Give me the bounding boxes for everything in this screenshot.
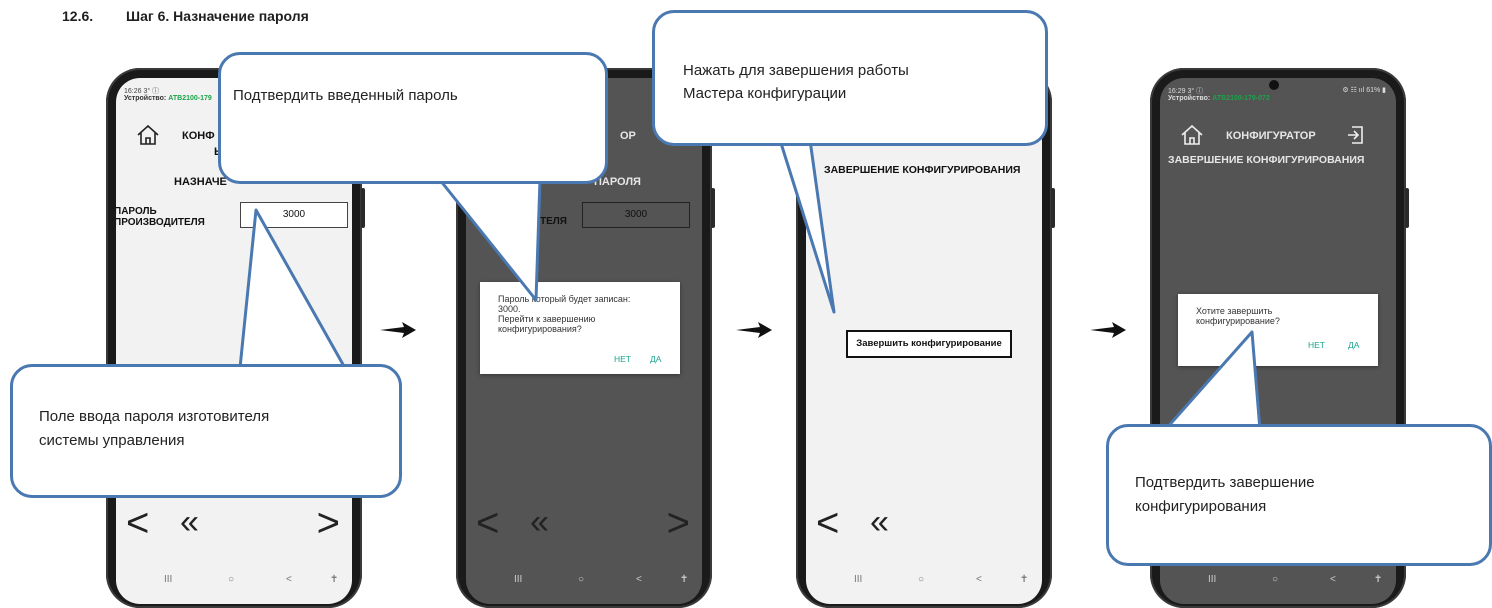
dialog-yes-button[interactable]: ДА xyxy=(1348,340,1359,350)
system-nav-bar: III ○ < ✝ xyxy=(1160,574,1396,592)
dialog-yes-button[interactable]: ДА xyxy=(650,354,661,364)
phone-3: ЗАВЕРШЕНИЕ КОНФИГУРИРОВАНИЯ Завершить ко… xyxy=(796,68,1055,608)
dialog-text: Пароль который будет записан: 3000. Пере… xyxy=(498,294,630,334)
dialog-line: 3000. xyxy=(498,304,521,314)
device-label: Устройство: АТВ2100-179 xyxy=(124,95,212,102)
nav-back-button[interactable]: < xyxy=(476,501,499,546)
callout-text: Подтвердить введенный пароль xyxy=(233,87,458,104)
nav-next-button[interactable]: > xyxy=(667,501,690,546)
heading-number: 12.6. xyxy=(62,8,94,24)
exit-icon[interactable] xyxy=(1346,124,1366,151)
device-id: АТВ2100-179-072 xyxy=(1212,95,1270,102)
home-button[interactable]: ○ xyxy=(918,574,924,585)
home-button[interactable]: ○ xyxy=(1272,574,1278,585)
system-nav-bar: III ○ < ✝ xyxy=(806,574,1042,592)
side-button xyxy=(1051,188,1055,228)
status-icons: ⚙ ☷ ııl 61% ▮ xyxy=(1342,87,1386,94)
recent-apps-button[interactable]: III xyxy=(514,574,522,585)
dialog-line: Хотите завершить xyxy=(1196,306,1273,316)
password-field-label: ТЕЛЯ xyxy=(540,216,567,227)
callout-confirm-password: Подтвердить введенный пароль xyxy=(218,52,608,184)
accessibility-icon[interactable]: ✝ xyxy=(330,574,338,585)
callout-line: Подтвердить завершение xyxy=(1135,474,1315,491)
heading-title: Шаг 6. Назначение пароля xyxy=(126,8,309,24)
dialog-no-button[interactable]: НЕТ xyxy=(1308,340,1325,350)
dialog-text: Хотите завершить конфигурирование? xyxy=(1196,306,1280,326)
side-button xyxy=(1405,188,1409,228)
section-title: ЗАВЕРШЕНИЕ КОНФИГУРИРОВАНИЯ xyxy=(824,164,1021,176)
accessibility-icon[interactable]: ✝ xyxy=(1020,574,1028,585)
callout-line: Мастера конфигурации xyxy=(683,85,847,102)
device-label: Устройство: АТВ2100-179-072 xyxy=(1168,95,1270,102)
accessibility-icon[interactable]: ✝ xyxy=(680,574,688,585)
callout-password-field: Поле ввода пароля изготовителя системы у… xyxy=(10,364,402,498)
password-input[interactable]: 3000 xyxy=(240,202,348,228)
back-button[interactable]: < xyxy=(976,574,982,585)
password-field-label: ПАРОЛЬ ПРОИЗВОДИТЕЛЯ xyxy=(116,206,205,228)
step-arrow-icon xyxy=(1090,322,1126,338)
recent-apps-button[interactable]: III xyxy=(164,574,172,585)
field-label-line2: ПРОИЗВОДИТЕЛЯ xyxy=(116,217,205,228)
nav-first-button[interactable]: « xyxy=(870,503,889,542)
dialog-line: конфигурирования? xyxy=(498,324,582,334)
callout-line: Нажать для завершения работы xyxy=(683,62,909,79)
device-id: АТВ2100-179 xyxy=(168,95,212,102)
nav-first-button[interactable]: « xyxy=(530,503,549,542)
nav-back-button[interactable]: < xyxy=(126,501,149,546)
dialog-line: конфигурирование? xyxy=(1196,316,1280,326)
callout-text: Нажать для завершения работы Мастера кон… xyxy=(683,59,909,105)
callout-line: конфигурирования xyxy=(1135,498,1267,515)
dialog-line: Пароль который будет записан: xyxy=(498,294,631,304)
section-title: ЗАВЕРШЕНИЕ КОНФИГУРИРОВАНИЯ xyxy=(1168,154,1365,166)
back-button[interactable]: < xyxy=(1330,574,1336,585)
app-title: ОР xyxy=(620,130,636,142)
back-button[interactable]: < xyxy=(286,574,292,585)
recent-apps-button[interactable]: III xyxy=(1208,574,1216,585)
page-heading: 12.6. Шаг 6. Назначение пароля xyxy=(62,8,309,24)
side-button xyxy=(361,188,365,228)
password-input[interactable]: 3000 xyxy=(582,202,690,228)
nav-back-button[interactable]: < xyxy=(816,501,839,546)
confirm-finish-dialog: Хотите завершить конфигурирование? НЕТ Д… xyxy=(1178,294,1378,366)
device-prefix: Устройство: xyxy=(1168,95,1213,102)
home-button[interactable]: ○ xyxy=(228,574,234,585)
callout-line: Поле ввода пароля изготовителя xyxy=(39,408,270,425)
dialog-line: Перейти к завершению xyxy=(498,314,596,324)
home-icon[interactable] xyxy=(136,124,160,151)
nav-first-button[interactable]: « xyxy=(180,503,199,542)
finish-configuration-button[interactable]: Завершить конфигурирование xyxy=(846,330,1012,358)
system-nav-bar: III ○ < ✝ xyxy=(466,574,702,592)
confirm-password-dialog: Пароль который будет записан: 3000. Пере… xyxy=(480,282,680,374)
field-label-line1: ПАРОЛЬ xyxy=(116,206,157,217)
device-prefix: Устройство: xyxy=(124,95,169,102)
step-arrow-icon xyxy=(736,322,772,338)
phone-3-screen: ЗАВЕРШЕНИЕ КОНФИГУРИРОВАНИЯ Завершить ко… xyxy=(806,78,1042,604)
dialog-no-button[interactable]: НЕТ xyxy=(614,354,631,364)
system-nav-bar: III ○ < ✝ xyxy=(116,574,352,592)
callout-line: системы управления xyxy=(39,432,185,449)
nav-next-button[interactable]: > xyxy=(317,501,340,546)
home-icon[interactable] xyxy=(1180,124,1204,151)
home-button[interactable]: ○ xyxy=(578,574,584,585)
section-title: НАЗНАЧЕ xyxy=(174,176,227,188)
recent-apps-button[interactable]: III xyxy=(854,574,862,585)
callout-confirm-finish: Подтвердить завершение конфигурирования xyxy=(1106,424,1492,566)
app-title: КОНФ xyxy=(182,130,215,142)
back-button[interactable]: < xyxy=(636,574,642,585)
front-camera xyxy=(1269,80,1279,90)
app-title: КОНФИГУРАТОР xyxy=(1226,130,1316,142)
side-button xyxy=(711,188,715,228)
accessibility-icon[interactable]: ✝ xyxy=(1374,574,1382,585)
callout-text: Подтвердить завершение конфигурирования xyxy=(1135,471,1315,519)
step-arrow-icon xyxy=(380,322,416,338)
callout-text: Поле ввода пароля изготовителя системы у… xyxy=(39,405,269,453)
callout-finish-wizard: Нажать для завершения работы Мастера кон… xyxy=(652,10,1048,146)
